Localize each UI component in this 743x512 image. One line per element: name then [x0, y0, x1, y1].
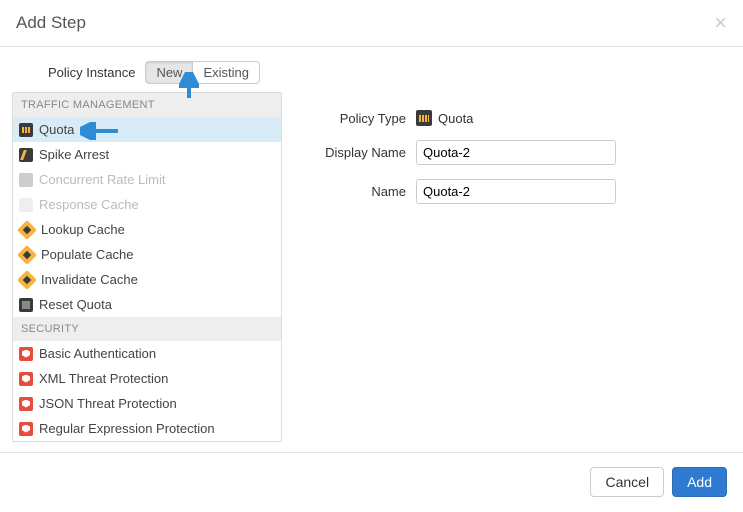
existing-button[interactable]: Existing: [192, 61, 260, 84]
policy-item-label: JSON Threat Protection: [39, 395, 177, 412]
lookup-cache-icon: [17, 220, 37, 240]
policy-instance-toggle: New Existing: [145, 61, 260, 84]
policy-item-label: Spike Arrest: [39, 146, 109, 163]
policy-item-label: Regular Expression Protection: [39, 420, 215, 437]
cancel-button[interactable]: Cancel: [590, 467, 664, 497]
policy-type-value: Quota: [416, 110, 473, 126]
policy-item-label: Lookup Cache: [41, 221, 125, 238]
policy-item-label: Response Cache: [39, 196, 139, 213]
spike-arrest-icon: [19, 148, 33, 162]
display-name-row: Display Name: [306, 140, 721, 165]
reset-quota-icon: [19, 298, 33, 312]
quota-icon: [19, 123, 33, 137]
policy-item-response-cache: Response Cache: [13, 192, 281, 217]
modal-body: Policy Instance New Existing TRAFFIC MAN…: [0, 47, 743, 452]
policy-item-quota[interactable]: Quota: [13, 117, 281, 142]
add-button[interactable]: Add: [672, 467, 727, 497]
quota-icon: [416, 110, 432, 126]
policy-instance-row: Policy Instance New Existing: [12, 47, 731, 92]
policy-item-label: XML Threat Protection: [39, 370, 168, 387]
policy-item-invalidate-cache[interactable]: Invalidate Cache: [13, 267, 281, 292]
policy-type-label: Policy Type: [306, 111, 406, 126]
new-button[interactable]: New: [145, 61, 193, 84]
response-cache-icon: [19, 198, 33, 212]
modal-header: Add Step ×: [0, 0, 743, 47]
rate-limit-icon: [19, 173, 33, 187]
content-row: TRAFFIC MANAGEMENT Quota Spike Arrest Co…: [12, 92, 731, 452]
display-name-input[interactable]: [416, 140, 616, 165]
shield-icon: [19, 422, 33, 436]
policy-item-concurrent-rate-limit: Concurrent Rate Limit: [13, 167, 281, 192]
modal-title: Add Step: [16, 13, 86, 33]
name-label: Name: [306, 184, 406, 199]
policy-item-reset-quota[interactable]: Reset Quota: [13, 292, 281, 317]
policy-item-spike-arrest[interactable]: Spike Arrest: [13, 142, 281, 167]
populate-cache-icon: [17, 245, 37, 265]
shield-icon: [19, 347, 33, 361]
category-header-traffic: TRAFFIC MANAGEMENT: [13, 93, 281, 117]
policy-item-xml-threat[interactable]: XML Threat Protection: [13, 366, 281, 391]
policy-item-label: Quota: [39, 121, 74, 138]
policy-item-label: Basic Authentication: [39, 345, 156, 362]
shield-icon: [19, 397, 33, 411]
shield-icon: [19, 372, 33, 386]
policy-item-label: Populate Cache: [41, 246, 134, 263]
policy-item-lookup-cache[interactable]: Lookup Cache: [13, 217, 281, 242]
policy-item-json-threat[interactable]: JSON Threat Protection: [13, 391, 281, 416]
name-input[interactable]: [416, 179, 616, 204]
policy-item-basic-auth[interactable]: Basic Authentication: [13, 341, 281, 366]
policy-instance-label: Policy Instance: [48, 65, 135, 80]
policy-type-row: Policy Type Quota: [306, 110, 721, 126]
close-icon[interactable]: ×: [714, 12, 727, 34]
policy-item-label: Reset Quota: [39, 296, 112, 313]
display-name-label: Display Name: [306, 145, 406, 160]
invalidate-cache-icon: [17, 270, 37, 290]
policy-item-label: Invalidate Cache: [41, 271, 138, 288]
name-row: Name: [306, 179, 721, 204]
policy-list: TRAFFIC MANAGEMENT Quota Spike Arrest Co…: [12, 92, 282, 442]
modal-footer: Cancel Add: [0, 452, 743, 511]
policy-details-panel: Policy Type Quota Display Name Name: [296, 92, 731, 236]
policy-item-regex-protection[interactable]: Regular Expression Protection: [13, 416, 281, 441]
policy-item-populate-cache[interactable]: Populate Cache: [13, 242, 281, 267]
category-header-security: SECURITY: [13, 317, 281, 341]
policy-type-text: Quota: [438, 111, 473, 126]
policy-item-label: Concurrent Rate Limit: [39, 171, 165, 188]
add-step-modal: Add Step × Policy Instance New Existing …: [0, 0, 743, 511]
